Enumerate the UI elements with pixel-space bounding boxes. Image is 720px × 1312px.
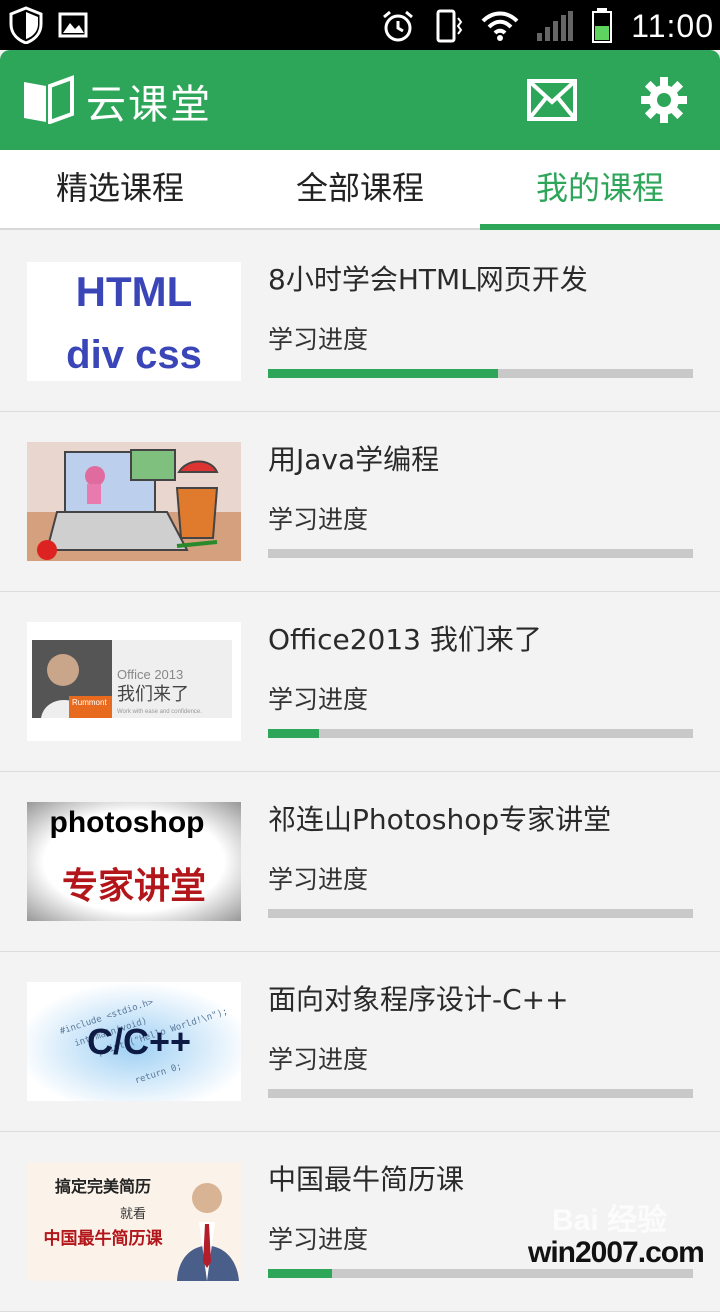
- progress-bar: [268, 549, 693, 558]
- wifi-icon: [481, 11, 519, 41]
- tab-featured-courses[interactable]: 精选课程: [0, 150, 240, 228]
- course-item[interactable]: HTML div css 8小时学会HTML网页开发 学习进度: [0, 232, 720, 412]
- thumb-text: C/C++: [87, 1021, 191, 1062]
- course-title: Office2013 我们来了: [268, 623, 542, 656]
- course-item[interactable]: photoshop 专家讲堂 祁连山Photoshop专家讲堂 学习进度: [0, 772, 720, 952]
- course-item[interactable]: Rummont Office 2013 我们来了 Work with ease …: [0, 592, 720, 772]
- course-thumbnail: 搞定完美简历 就看 中国最牛简历课: [27, 1162, 241, 1281]
- progress-label: 学习进度: [268, 505, 369, 534]
- course-title: 8小时学会HTML网页开发: [268, 263, 588, 296]
- progress-bar: [268, 1269, 693, 1278]
- progress-label: 学习进度: [268, 1045, 369, 1074]
- course-thumbnail: HTML div css: [27, 262, 241, 381]
- clock: 11:00: [631, 7, 714, 44]
- thumb-text: 就看: [120, 1206, 146, 1222]
- progress-bar: [268, 729, 693, 738]
- thumb-text: 中国最牛简历课: [44, 1228, 164, 1249]
- progress-label: 学习进度: [268, 865, 369, 894]
- course-thumbnail: #include <stdio.h> int main(void) printf…: [27, 982, 241, 1101]
- settings-gear-icon[interactable]: [640, 76, 688, 124]
- thumb-text: HTML: [76, 268, 193, 315]
- thumb-text: Rummont: [72, 698, 107, 707]
- thumb-text: 搞定完美简历: [55, 1177, 151, 1196]
- vibrate-icon: [436, 9, 463, 43]
- thumb-text: photoshop: [50, 806, 205, 839]
- drawing-laptop-illustration: [27, 442, 241, 561]
- progress-label: 学习进度: [268, 685, 369, 714]
- thumb-text: Office 2013: [117, 667, 183, 682]
- tab-all-courses[interactable]: 全部课程: [240, 150, 480, 228]
- watermark: win2007.com: [528, 1236, 705, 1269]
- course-item[interactable]: 用Java学编程 学习进度: [0, 412, 720, 592]
- course-thumbnail: photoshop 专家讲堂: [27, 802, 241, 921]
- watermark-overlay: Bai 经验: [552, 1204, 668, 1237]
- thumb-text: 我们来了: [117, 684, 189, 705]
- course-thumbnail: Rummont Office 2013 我们来了 Work with ease …: [27, 622, 241, 741]
- app-title: 云课堂: [86, 82, 212, 128]
- thumb-text: Work with ease and confidence.: [117, 709, 202, 715]
- status-bar: 11:00: [0, 0, 720, 50]
- progress-label: 学习进度: [268, 325, 369, 354]
- gallery-icon: [58, 12, 88, 38]
- battery-icon: [592, 8, 613, 43]
- progress-bar: [268, 909, 693, 918]
- course-title: 用Java学编程: [268, 443, 440, 476]
- progress-bar: [268, 1089, 693, 1098]
- progress-fill: [268, 1269, 332, 1278]
- book-logo-icon: [24, 75, 74, 124]
- tab-bar: 精选课程 全部课程 我的课程: [0, 150, 720, 230]
- tab-my-courses[interactable]: 我的课程: [480, 150, 720, 228]
- tab-indicator: [480, 224, 720, 230]
- progress-fill: [268, 729, 319, 738]
- progress-bar: [268, 369, 693, 378]
- course-thumbnail: [27, 442, 241, 561]
- signal-icon: [537, 11, 574, 41]
- thumb-text: div css: [66, 333, 202, 377]
- progress-fill: [268, 369, 498, 378]
- shield-icon: [9, 6, 43, 44]
- course-list: HTML div css 8小时学会HTML网页开发 学习进度 用Java学编程…: [0, 232, 720, 1312]
- course-title: 祁连山Photoshop专家讲堂: [268, 803, 612, 836]
- course-title: 面向对象程序设计-C++: [268, 983, 569, 1016]
- progress-label: 学习进度: [268, 1225, 369, 1254]
- course-title: 中国最牛简历课: [268, 1163, 465, 1196]
- thumb-text: 专家讲堂: [62, 865, 206, 907]
- alarm-icon: [383, 10, 414, 42]
- app-bar: 云课堂: [0, 50, 720, 150]
- course-item[interactable]: #include <stdio.h> int main(void) printf…: [0, 952, 720, 1132]
- mail-icon[interactable]: [527, 78, 577, 122]
